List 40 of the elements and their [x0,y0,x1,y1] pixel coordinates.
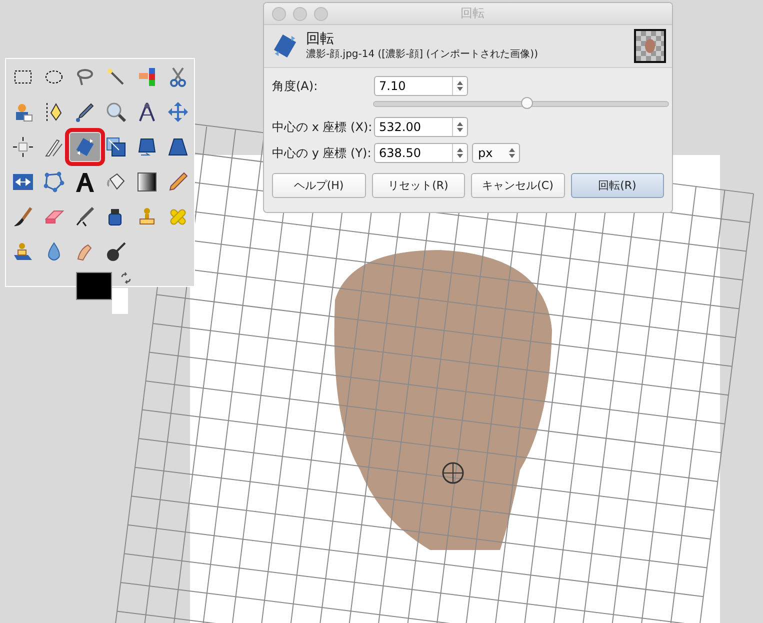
dialog-button[interactable]: リセット(R) [372,173,465,198]
shear-icon [136,136,158,158]
dialog-button[interactable]: ヘルプ(H) [272,173,366,198]
dialog-heading: 回転 [306,32,335,46]
center-y-label: 中心の y 座標 (Y): [272,144,372,162]
lasso-icon [74,66,96,88]
paintbrush-icon [12,206,34,228]
zoom-icon [105,101,127,123]
dialog-button[interactable]: キャンセル(C) [471,173,564,198]
eyedropper-icon [74,101,96,123]
align-icon [12,136,34,158]
compass-icon [136,101,158,123]
gradient-icon [136,171,158,193]
text-tool-icon [74,171,96,193]
scissors-icon [167,66,189,88]
swap-arrows-icon[interactable] [120,272,132,284]
dialog-button[interactable]: 回転(R) [570,173,664,198]
dodge-icon [105,241,127,263]
slider-thumb[interactable] [520,97,533,109]
foreground-color-swatch[interactable] [76,272,112,300]
center-y-field[interactable]: 638.50 [374,143,468,163]
pencil-icon [167,171,189,193]
rotation-center-icon[interactable] [442,462,464,484]
center-x-label: 中心の x 座標 (X): [272,118,374,136]
airbrush-icon [74,206,96,228]
color-select-icon [136,66,158,88]
perspective-icon [167,136,189,158]
background-color-swatch[interactable] [112,288,128,314]
window-title: 回転 [460,5,486,22]
angle-label: 角度(A): [272,78,319,94]
flip-icon [12,171,34,193]
cage-icon [43,171,65,193]
stamp-icon [12,241,34,263]
center-x-field[interactable]: 532.00 [374,117,468,137]
move-arrows-icon [167,101,189,123]
angle-field[interactable]: 7.10 [374,76,468,96]
unit-dropdown[interactable]: px [472,143,520,163]
image-name: 濃影-顔.jpg-14 ([濃影-顔] (インポートされた画像)) [306,48,539,60]
image-thumbnail [634,29,666,63]
scale-icon [105,136,127,158]
